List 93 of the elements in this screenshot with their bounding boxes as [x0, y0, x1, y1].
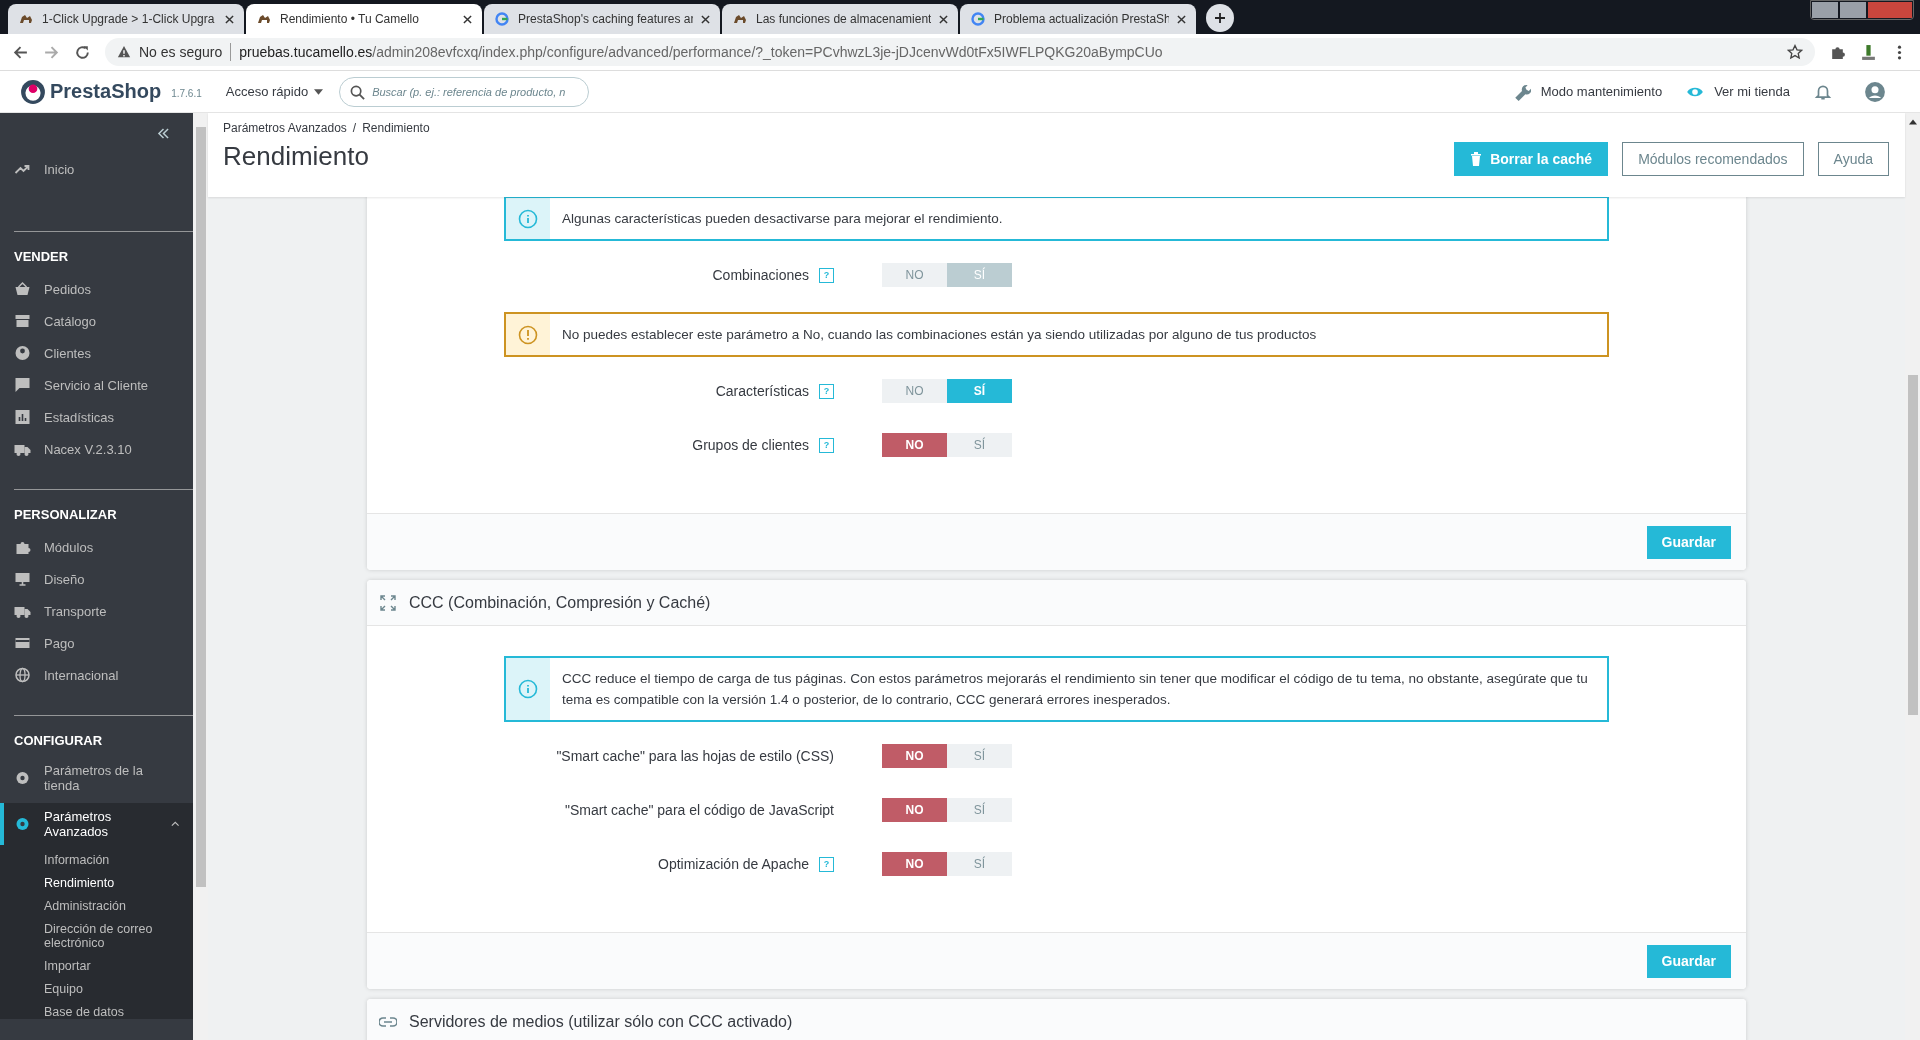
alert-text: Algunas características pueden desactivarse para mejorar el rendimiento. [561, 210, 1004, 228]
yes-no-switch[interactable]: NO SÍ [882, 852, 1012, 876]
breadcrumb-link[interactable]: Parámetros Avanzados [223, 121, 347, 135]
address-bar[interactable]: No es seguro pruebas.tucamello.es/admin208evfcxq/index.php/configure/advanced/performance/?_token=PCvhwzL3je-jDJcenvWd0tFx5IWFLPQKG20aBympCUo [105, 38, 1815, 66]
maintenance-link[interactable]: Modo mantenimiento [1540, 84, 1663, 99]
scrollbar-thumb[interactable] [1907, 375, 1918, 715]
sidebar-item[interactable]: Nacex V.2.3.10 [0, 433, 193, 465]
field-label: Combinaciones [712, 267, 809, 283]
new-tab-button[interactable] [1206, 4, 1234, 32]
toolbar-button[interactable]: Módulos recomendados [1622, 142, 1804, 176]
submenu-item[interactable]: Base de datos [44, 1005, 193, 1019]
sidebar-item[interactable]: Estadísticas [0, 401, 193, 433]
user-icon[interactable] [1864, 80, 1886, 103]
section-title: PERSONALIZAR [13, 506, 118, 524]
basket-icon [14, 281, 31, 297]
page-title: Rendimiento [223, 141, 370, 172]
quick-access-dropdown[interactable]: Acceso rápido [219, 83, 330, 100]
warning-icon [518, 324, 538, 345]
field-label: Características [715, 383, 809, 399]
sidebar-item[interactable]: Módulos [0, 531, 193, 563]
window-controls-drawing[interactable] [1810, 0, 1914, 20]
yes-no-switch[interactable]: NO SÍ [882, 798, 1012, 822]
search-icon [350, 84, 366, 100]
alert-text: No puedes establecer este parámetro a No, cuando las combinaciones están ya siendo utilizadas por alguno de tus productos [561, 326, 1318, 344]
submenu-item[interactable]: Importar [44, 959, 193, 973]
yes-no-switch[interactable]: NO SÍ [882, 433, 1012, 457]
yes-no-switch[interactable]: NO SÍ [882, 744, 1012, 768]
ring-icon [494, 11, 510, 27]
chart-icon [14, 409, 31, 425]
sidebar-item[interactable]: Clientes [0, 337, 193, 369]
submenu-item[interactable]: Equipo [44, 982, 193, 996]
chevron-up-icon [170, 821, 179, 827]
breadcrumb-separator: / [352, 121, 357, 135]
sidebar-item[interactable]: Parámetros Avanzados [0, 803, 193, 845]
ring-icon [970, 11, 986, 27]
card-icon [14, 635, 31, 651]
section-title: VENDER [13, 248, 70, 266]
submenu-item[interactable]: Información [44, 853, 193, 867]
search-field[interactable]: Buscar (p. ej.: referencia de producto, n [339, 76, 590, 107]
sidebar-item[interactable]: Servicio al Cliente [0, 369, 193, 401]
collapse-icon[interactable] [157, 128, 170, 139]
warning-icon [117, 45, 131, 59]
info-icon [518, 679, 538, 699]
breadcrumb-link[interactable]: Rendimiento [362, 121, 430, 135]
url-text: pruebas.tucamello.es/admin208evfcxq/index.php/configure/advanced/performance/?_token=PCvhwzL3je-jDJcenvWd0tFx5IWFLPQKG20aBympCUo [239, 44, 1164, 60]
field-label: Grupos de clientes [692, 437, 809, 453]
section-title: CONFIGURAR [13, 732, 104, 750]
alert-text: CCC reduce el tiempo de carga de tus páginas. Con estos parámetros mejorarás el rendimiento sin tener que modificar el código de tu tema, no obstante, asegúrate que tu tema es compatible con la versión 1.4 o posterior, de lo contrario, CCC generará errores inesperados. [561, 670, 1589, 709]
wrench-icon [1512, 82, 1531, 101]
info-icon [518, 208, 538, 229]
panel-title: CCC (Combinación, Compresión y Caché) [409, 593, 711, 612]
sidebar-item[interactable]: Diseño [0, 563, 193, 595]
sidebar-item[interactable]: Catálogo [0, 305, 193, 337]
submenu-item[interactable]: Dirección de correo electrónico [44, 922, 193, 950]
sidebar-item[interactable]: Internacional [0, 659, 193, 691]
caret-icon [314, 88, 324, 95]
field-label: "Smart cache" para las hojas de estilo (CSS) [556, 748, 834, 764]
submenu-item[interactable]: Rendimiento [44, 876, 193, 890]
version-label: 1.7.6.1 [171, 88, 202, 99]
browser-tab[interactable]: 1-Click Upgrade > 1-Click Upgra [8, 4, 244, 34]
trash-icon [1470, 152, 1483, 166]
scroll-up-icon[interactable] [1908, 119, 1917, 125]
browser-tab[interactable]: Rendimiento • Tu Camello [246, 4, 482, 34]
scrollbar-thumb[interactable] [195, 127, 206, 887]
person-icon [14, 345, 31, 361]
chat-icon [14, 377, 31, 393]
submenu-item[interactable]: Administración [44, 899, 193, 913]
globe-icon [14, 667, 31, 683]
reload-icon[interactable] [74, 43, 91, 61]
sidebar-item[interactable]: Pedidos [0, 273, 193, 305]
expand-icon [379, 594, 397, 611]
plus-icon [1214, 12, 1226, 24]
close-icon[interactable] [939, 14, 948, 24]
close-icon[interactable] [225, 14, 234, 24]
field-label: "Smart cache" para el código de JavaScript [564, 802, 834, 818]
panel-title: Servidores de medios (utilizar sólo con CCC activado) [409, 1012, 793, 1031]
store-icon [14, 313, 31, 329]
star-icon[interactable] [1787, 44, 1803, 60]
browser-tab[interactable]: Las funciones de almacenamient [722, 4, 958, 34]
toolbar-button[interactable]: Ayuda [1817, 142, 1889, 176]
puzzle-icon [14, 539, 31, 555]
sidebar-item[interactable]: Inicio [0, 153, 193, 185]
sidebar-item[interactable]: Parámetros de la tienda [0, 757, 193, 799]
sidebar-item[interactable]: Transporte [0, 595, 193, 627]
view-store-link[interactable]: Ver mi tienda [1714, 84, 1790, 99]
logo-text: PrestaShop [50, 80, 162, 103]
close-icon[interactable] [1177, 14, 1186, 24]
field-label: Optimización de Apache [658, 856, 809, 872]
close-icon[interactable] [463, 14, 472, 24]
security-label: No es seguro [139, 44, 223, 60]
monitor-icon [14, 571, 31, 587]
close-icon[interactable] [701, 14, 710, 24]
sidebar-item[interactable]: Pago [0, 627, 193, 659]
